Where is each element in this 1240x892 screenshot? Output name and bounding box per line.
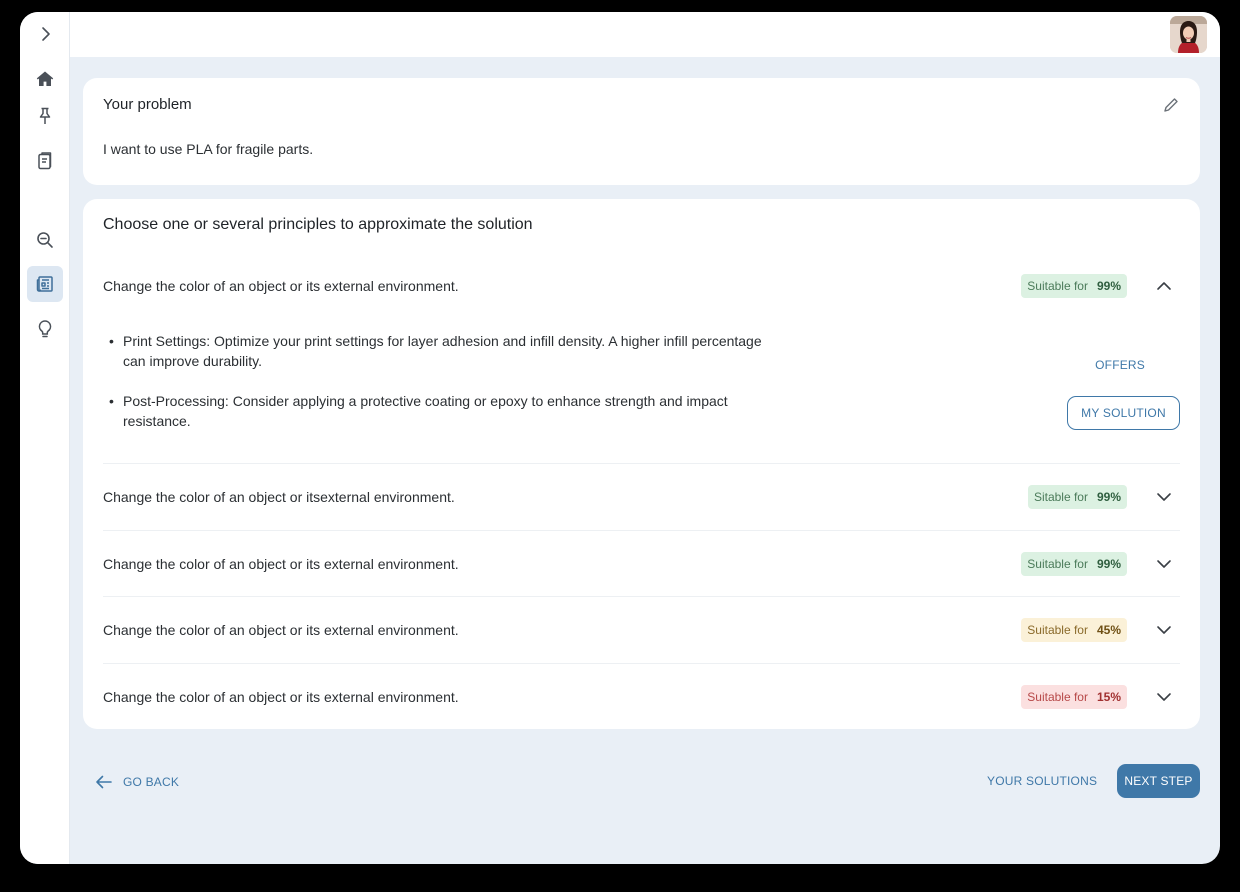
- notes-icon: [38, 152, 52, 170]
- edit-icon[interactable]: [1162, 96, 1180, 114]
- chevron-down-icon[interactable]: [1155, 555, 1173, 573]
- sidebar: [20, 12, 70, 864]
- app-window: Your problem I want to use PLA for fragi…: [20, 12, 1220, 864]
- badge-percent: 99%: [1096, 556, 1121, 571]
- principle-label[interactable]: Change the color of an object or its ext…: [103, 278, 459, 294]
- chevron-right-icon: [42, 27, 50, 41]
- search-icon: [37, 232, 53, 248]
- user-avatar[interactable]: [1170, 16, 1207, 53]
- principle-details: Print Settings: Optimize your print sett…: [103, 329, 1180, 463]
- principle-label[interactable]: Change the color of an object or its ext…: [103, 622, 459, 638]
- badge-percent: 45%: [1096, 622, 1121, 637]
- chevron-down-icon[interactable]: [1155, 688, 1173, 706]
- sidebar-item-pinned[interactable]: [27, 98, 63, 134]
- my-solution-button[interactable]: MY SOLUTION: [1067, 396, 1180, 430]
- suitability-badge: Suitable for 45%: [1021, 617, 1127, 642]
- lightbulb-icon: [38, 320, 52, 338]
- newspaper-icon: [36, 276, 53, 292]
- sidebar-toggle-button[interactable]: [27, 16, 63, 52]
- principle-row[interactable]: Change the color of an object or its ext…: [103, 596, 1180, 662]
- principles-card: Choose one or several principles to appr…: [83, 199, 1200, 729]
- offers-link[interactable]: OFFERS: [1095, 358, 1145, 372]
- avatar-image: [1170, 16, 1207, 53]
- badge-percent: 15%: [1096, 689, 1121, 704]
- chevron-down-icon[interactable]: [1155, 488, 1173, 506]
- home-icon: [36, 71, 54, 86]
- badge-text: Suitable for: [1027, 279, 1088, 293]
- principle-row[interactable]: Change the color of an object or itsexte…: [103, 463, 1180, 529]
- problem-card: Your problem I want to use PLA for fragi…: [83, 78, 1200, 185]
- sidebar-item-principles[interactable]: [27, 266, 63, 302]
- sidebar-item-home[interactable]: [27, 61, 63, 97]
- suitability-badge: Suitable for 15%: [1021, 684, 1127, 709]
- principle-label[interactable]: Change the color of an object or its ext…: [103, 556, 459, 572]
- detail-item: Post-Processing: Consider applying a pro…: [103, 391, 773, 431]
- arrow-left-icon: [96, 775, 112, 789]
- principle-label[interactable]: Change the color of an object or its ext…: [103, 689, 459, 705]
- pin-icon: [39, 107, 51, 124]
- sidebar-item-search[interactable]: [27, 222, 63, 258]
- principles-title: Choose one or several principles to appr…: [103, 216, 533, 233]
- principle-row[interactable]: Change the color of an object or its ext…: [103, 663, 1180, 729]
- badge-text: Sitable for: [1033, 489, 1088, 504]
- detail-item: Print Settings: Optimize your print sett…: [103, 331, 773, 371]
- principle-label[interactable]: Change the color of an object or itsexte…: [103, 489, 455, 505]
- badge-text: Suitable for: [1027, 689, 1088, 704]
- badge-percent: 99%: [1096, 279, 1121, 293]
- suitability-badge: Suitable for 99%: [1021, 274, 1127, 298]
- top-bar: [70, 12, 1220, 57]
- badge-percent: 99%: [1096, 489, 1121, 504]
- sidebar-item-ideas[interactable]: [27, 311, 63, 347]
- go-back-label: GO BACK: [123, 775, 180, 789]
- suitability-badge: Suitable for 99%: [1021, 551, 1127, 576]
- chevron-up-icon[interactable]: [1155, 277, 1173, 295]
- suitability-badge: Sitable for 99%: [1027, 484, 1127, 509]
- problem-text: I want to use PLA for fragile parts.: [103, 141, 314, 157]
- your-solutions-link[interactable]: YOUR SOLUTIONS: [987, 774, 1097, 788]
- principle-row[interactable]: Change the color of an object or its ext…: [103, 530, 1180, 596]
- sidebar-item-notes[interactable]: [27, 143, 63, 179]
- principle-row[interactable]: Change the color of an object or its ext…: [103, 253, 1180, 319]
- badge-text: Suitable for: [1027, 622, 1088, 637]
- problem-title: Your problem: [103, 96, 192, 113]
- badge-text: Suitable for: [1027, 556, 1088, 571]
- next-step-button[interactable]: NEXT STEP: [1117, 764, 1200, 798]
- go-back-button[interactable]: GO BACK: [95, 771, 179, 793]
- chevron-down-icon[interactable]: [1155, 621, 1173, 639]
